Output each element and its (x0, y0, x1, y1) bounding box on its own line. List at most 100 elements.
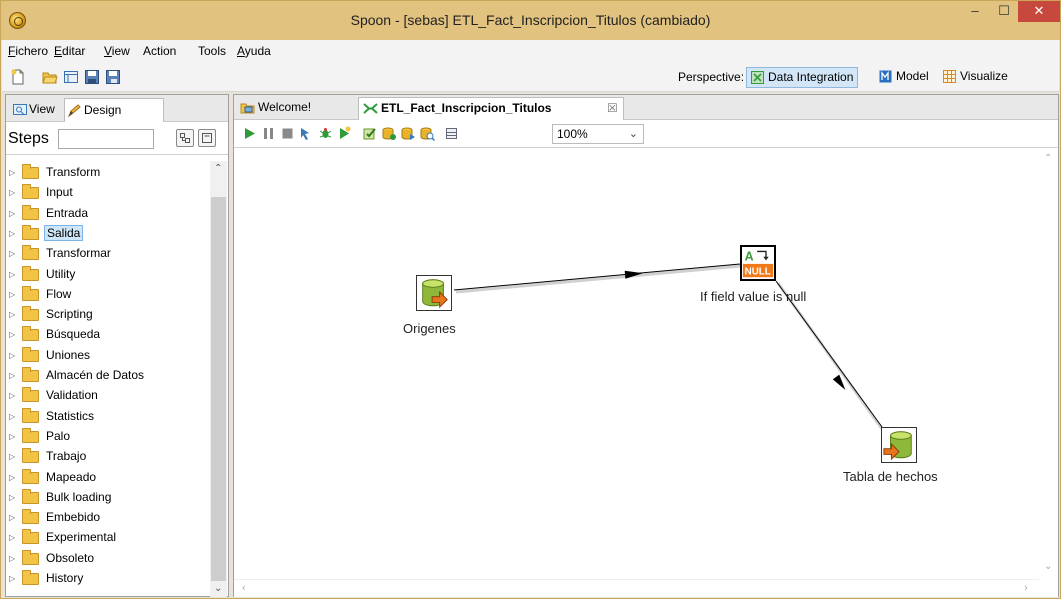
expand-arrow-icon[interactable]: ▷ (9, 574, 15, 583)
canvas-vertical-scrollbar[interactable]: ⌃ ⌄ (1039, 149, 1057, 579)
transformation-canvas[interactable]: Origenes A NULL If field value is null T… (234, 149, 1058, 597)
tree-item[interactable]: ▷ Mapeado (6, 468, 206, 487)
scroll-up-arrow-icon[interactable]: ⌃ (214, 163, 222, 174)
expand-arrow-icon[interactable]: ▷ (9, 188, 15, 197)
tree-item[interactable]: ▷ Experimental (6, 528, 206, 547)
steps-search-input[interactable] (58, 129, 154, 149)
menu-fichero[interactable]: Fichero (8, 44, 48, 58)
menu-view[interactable]: View (104, 44, 130, 58)
expand-arrow-icon[interactable]: ▷ (9, 473, 15, 482)
tree-item[interactable]: ▷ Entrada (6, 204, 206, 223)
impact-icon[interactable] (382, 126, 397, 141)
preview-icon[interactable] (299, 126, 314, 141)
scroll-down-arrow-icon[interactable]: ⌄ (214, 583, 222, 594)
data-integration-icon (751, 71, 764, 84)
tab-design[interactable]: Design (64, 98, 164, 122)
expand-arrow-icon[interactable]: ▷ (9, 391, 15, 400)
expand-arrow-icon[interactable]: ▷ (9, 533, 15, 542)
expand-arrow-icon[interactable]: ▷ (9, 493, 15, 502)
tab-view[interactable]: View (10, 98, 64, 122)
menu-ayuda[interactable]: Ayuda (237, 44, 271, 58)
tree-item[interactable]: ▷ Almacén de Datos (6, 366, 206, 385)
tree-item[interactable]: ▷ Statistics (6, 407, 206, 426)
tab-close-icon[interactable]: ☒ (607, 98, 618, 119)
tree-item[interactable]: ▷ History (6, 569, 206, 588)
expand-arrow-icon[interactable]: ▷ (9, 290, 15, 299)
tree-item[interactable]: ▷ Obsoleto (6, 549, 206, 568)
expand-arrow-icon[interactable]: ▷ (9, 270, 15, 279)
explore-repository-icon[interactable] (63, 69, 79, 85)
tree-item[interactable]: ▷ Utility (6, 265, 206, 284)
run-icon[interactable] (242, 126, 257, 141)
pause-icon[interactable] (261, 126, 276, 141)
hop-origenes-to-ifnull[interactable] (453, 263, 741, 294)
maximize-button[interactable]: ☐ (991, 1, 1017, 22)
tree-item[interactable]: ▷ Validation (6, 386, 206, 405)
expand-arrow-icon[interactable]: ▷ (9, 310, 15, 319)
tree-item[interactable]: ▷ Búsqueda (6, 325, 206, 344)
zoom-select[interactable]: 100% ⌄ (552, 124, 644, 144)
replay-icon[interactable] (337, 126, 352, 141)
new-file-icon[interactable] (10, 69, 26, 85)
tree-item[interactable]: ▷ Bulk loading (6, 488, 206, 507)
perspective-visualize-button[interactable]: Visualize (939, 67, 1012, 88)
folder-icon (22, 346, 39, 362)
scroll-right-arrow-icon[interactable]: › (1024, 582, 1028, 594)
scroll-down-arrow-icon[interactable]: ⌄ (1044, 561, 1052, 572)
tree-item[interactable]: ▷ Input (6, 183, 206, 202)
debug-icon[interactable] (318, 126, 333, 141)
expand-arrow-icon[interactable]: ▷ (9, 209, 15, 218)
canvas-horizontal-scrollbar[interactable]: ‹ › (234, 579, 1039, 597)
scroll-left-arrow-icon[interactable]: ‹ (242, 582, 246, 594)
menu-tools[interactable]: Tools (198, 44, 226, 58)
save-as-icon[interactable] (105, 69, 121, 85)
steps-tree-scrollbar[interactable]: ⌃ ⌄ (210, 161, 227, 597)
menu-bar: Fichero Editar View Action Tools Ayuda (2, 40, 1059, 62)
menu-editar[interactable]: Editar (54, 44, 85, 58)
expand-all-button[interactable] (176, 129, 194, 147)
transformation-icon (363, 103, 378, 114)
expand-arrow-icon[interactable]: ▷ (9, 432, 15, 441)
visualize-icon (943, 70, 956, 83)
tree-item[interactable]: ▷ Salida (6, 224, 206, 243)
expand-arrow-icon[interactable]: ▷ (9, 371, 15, 380)
expand-arrow-icon[interactable]: ▷ (9, 229, 15, 238)
menu-action[interactable]: Action (143, 44, 176, 58)
sql-icon[interactable] (401, 126, 416, 141)
expand-arrow-icon[interactable]: ▷ (9, 330, 15, 339)
expand-arrow-icon[interactable]: ▷ (9, 351, 15, 360)
tree-item-label: Input (46, 185, 73, 200)
tree-item[interactable]: ▷ Uniones (6, 346, 206, 365)
steps-label: Steps (8, 130, 49, 147)
explore-db-icon[interactable] (420, 126, 435, 141)
tree-item[interactable]: ▷ Scripting (6, 305, 206, 324)
scroll-up-arrow-icon[interactable]: ⌃ (1044, 153, 1052, 164)
show-results-icon[interactable] (444, 126, 459, 141)
expand-arrow-icon[interactable]: ▷ (9, 513, 15, 522)
minimize-button[interactable]: ‒ (961, 1, 989, 22)
expand-arrow-icon[interactable]: ▷ (9, 249, 15, 258)
expand-arrow-icon[interactable]: ▷ (9, 452, 15, 461)
table-output-icon (881, 427, 917, 463)
close-button[interactable]: ✕ (1018, 1, 1060, 22)
expand-arrow-icon[interactable]: ▷ (9, 168, 15, 177)
tree-item[interactable]: ▷ Embebido (6, 508, 206, 527)
tree-item[interactable]: ▷ Transformar (6, 244, 206, 263)
tree-item[interactable]: ▷ Trabajo (6, 447, 206, 466)
perspective-model-button[interactable]: Model (875, 67, 933, 88)
open-folder-icon[interactable] (42, 69, 58, 85)
save-icon[interactable] (84, 69, 100, 85)
folder-icon (22, 509, 39, 525)
scrollbar-thumb[interactable] (211, 197, 226, 581)
perspective-data-integration-button[interactable]: Data Integration (746, 67, 859, 88)
stop-icon[interactable] (280, 126, 295, 141)
expand-arrow-icon[interactable]: ▷ (9, 554, 15, 563)
tab-welcome[interactable]: Welcome! (236, 97, 351, 120)
verify-icon[interactable] (363, 126, 378, 141)
tree-item[interactable]: ▷ Flow (6, 285, 206, 304)
expand-arrow-icon[interactable]: ▷ (9, 412, 15, 421)
tab-transformation[interactable]: ETL_Fact_Inscripcion_Titulos ☒ (358, 97, 624, 120)
tree-item[interactable]: ▷ Palo (6, 427, 206, 446)
collapse-all-button[interactable] (198, 129, 216, 147)
tree-item[interactable]: ▷ Transform (6, 163, 206, 182)
